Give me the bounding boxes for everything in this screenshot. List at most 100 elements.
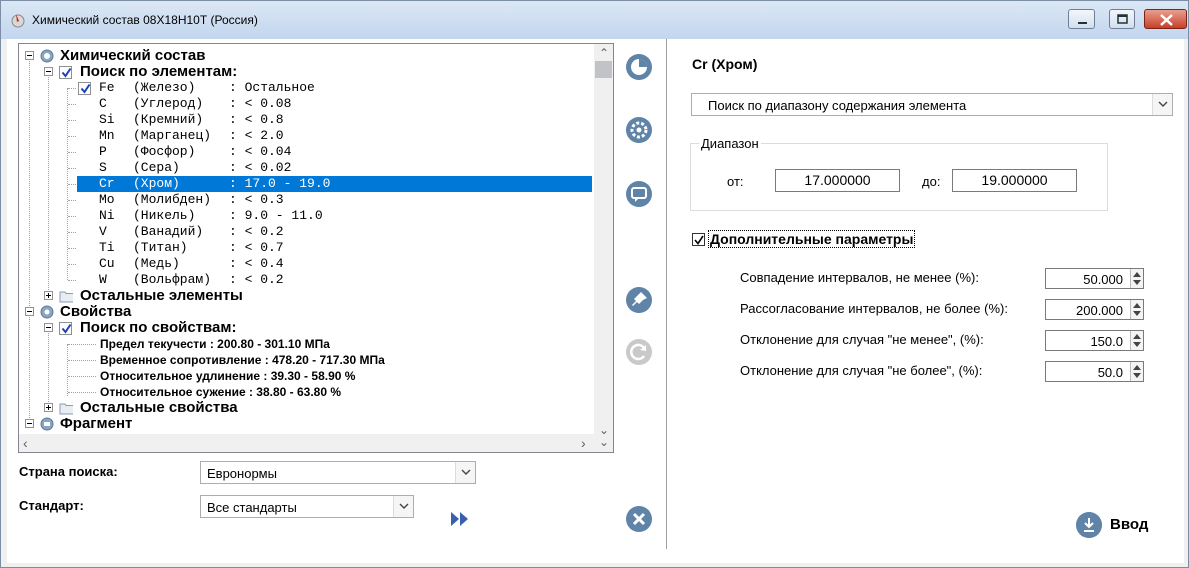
tree-node-other-properties[interactable]: Остальные свойства bbox=[19, 400, 594, 416]
client-area: Химический состав Поиск по элементам: Fe… bbox=[7, 39, 1184, 563]
tree-node-chemical-composition[interactable]: Химический состав bbox=[19, 48, 594, 64]
element-name: (Сера) bbox=[133, 160, 180, 175]
tree-label: Свойства bbox=[60, 303, 132, 320]
tree-node-other-elements[interactable]: Остальные элементы bbox=[19, 288, 594, 304]
scroll-left-icon[interactable]: ‹ bbox=[23, 436, 28, 450]
refresh-icon[interactable] bbox=[624, 337, 654, 367]
collapse-toggle[interactable] bbox=[25, 307, 34, 316]
tree-label: Поиск по элементам: bbox=[80, 63, 238, 80]
minimize-icon bbox=[1078, 22, 1087, 24]
tree-node-element[interactable]: S (Сера): < 0.02 bbox=[19, 160, 594, 176]
spin-up-icon[interactable] bbox=[1133, 334, 1141, 339]
minimize-button[interactable] bbox=[1068, 9, 1095, 29]
element-checkbox[interactable] bbox=[78, 82, 91, 95]
tree-node-element[interactable]: Fe (Железо): Остальное bbox=[19, 80, 594, 96]
tree-line bbox=[68, 360, 96, 361]
tree-line bbox=[68, 232, 76, 233]
spin-down-icon[interactable] bbox=[1133, 311, 1141, 316]
spin-up-icon[interactable] bbox=[1133, 272, 1141, 277]
spin-down-icon[interactable] bbox=[1133, 342, 1141, 347]
spin-down-icon[interactable] bbox=[1133, 373, 1141, 378]
tree-node-element[interactable]: Ti (Титан): < 0.7 bbox=[19, 240, 594, 256]
range-from-input[interactable]: 17.000000 bbox=[775, 169, 900, 192]
tree-horizontal-scrollbar[interactable]: ‹ › bbox=[19, 434, 594, 452]
tree-node-search-by-elements[interactable]: Поиск по элементам: bbox=[19, 64, 594, 80]
composition-tree[interactable]: Химический состав Поиск по элементам: Fe… bbox=[19, 44, 594, 434]
country-label: Страна поиска: bbox=[19, 464, 118, 479]
tree-node-property[interactable]: Временное сопротивление : 478.20 - 717.3… bbox=[19, 352, 594, 368]
dropdown-button[interactable] bbox=[1152, 94, 1172, 115]
chemistry-icon bbox=[40, 49, 54, 63]
range-to-input[interactable]: 19.000000 bbox=[952, 169, 1077, 192]
composition-tree-panel: Химический состав Поиск по элементам: Fe… bbox=[18, 43, 614, 453]
collapse-toggle[interactable] bbox=[44, 67, 53, 76]
tree-node-property[interactable]: Относительное сужение : 38.80 - 63.80 % bbox=[19, 384, 594, 400]
standard-select[interactable]: Все стандарты bbox=[200, 495, 414, 518]
search-properties-checkbox[interactable] bbox=[59, 322, 72, 335]
param-spinbox[interactable]: 200.000 bbox=[1045, 299, 1144, 320]
extra-params-label[interactable]: Дополнительные параметры bbox=[708, 230, 916, 248]
tree-node-property[interactable]: Предел текучести : 200.80 - 301.10 МПа bbox=[19, 336, 594, 352]
tree-node-element[interactable]: Ni (Никель): 9.0 - 11.0 bbox=[19, 208, 594, 224]
spin-down-icon[interactable] bbox=[1133, 280, 1141, 285]
fast-forward-icon[interactable] bbox=[449, 509, 473, 529]
close-window-button[interactable] bbox=[1144, 9, 1187, 29]
element-value: : < 0.7 bbox=[229, 240, 284, 255]
scroll-down-icon[interactable]: ⌄ bbox=[599, 436, 609, 448]
comment-icon[interactable] bbox=[624, 179, 654, 209]
param-spinbox[interactable]: 150.0 bbox=[1045, 330, 1144, 351]
cancel-icon[interactable] bbox=[624, 504, 654, 534]
extra-params-checkbox[interactable] bbox=[692, 233, 705, 246]
tree-node-element[interactable]: Cu (Медь): < 0.4 bbox=[19, 256, 594, 272]
tree-node-property[interactable]: Относительное удлинение : 39.30 - 58.90 … bbox=[19, 368, 594, 384]
tree-line bbox=[68, 392, 96, 393]
param-value: 50.0 bbox=[1097, 365, 1123, 380]
tree-node-element[interactable]: Mo (Молибден): < 0.3 bbox=[19, 192, 594, 208]
element-value: : < 0.2 bbox=[229, 224, 284, 239]
scroll-thumb[interactable] bbox=[595, 61, 612, 78]
pie-chart-icon[interactable] bbox=[624, 52, 654, 82]
spin-buttons[interactable] bbox=[1130, 300, 1143, 319]
chevron-down-icon bbox=[461, 469, 471, 475]
tree-line bbox=[68, 344, 96, 345]
scroll-right-icon[interactable]: › bbox=[581, 436, 586, 450]
tree-node-search-by-properties[interactable]: Поиск по свойствам: bbox=[19, 320, 594, 336]
tree-node-element[interactable]: W (Вольфрам): < 0.2 bbox=[19, 272, 594, 288]
chevron-down-icon bbox=[399, 503, 409, 509]
settings-icon[interactable] bbox=[624, 115, 654, 145]
search-elements-checkbox[interactable] bbox=[59, 66, 72, 79]
tree-node-fragment[interactable]: Фрагмент bbox=[19, 416, 594, 432]
tree-node-element[interactable]: Si (Кремний): < 0.8 bbox=[19, 112, 594, 128]
tree-node-element[interactable]: V (Ванадий): < 0.2 bbox=[19, 224, 594, 240]
search-mode-select[interactable]: Поиск по диапазону содержания элемента bbox=[691, 93, 1173, 116]
maximize-button[interactable] bbox=[1109, 9, 1135, 29]
element-value: : < 0.3 bbox=[229, 192, 284, 207]
pin-icon[interactable] bbox=[624, 285, 654, 315]
spin-up-icon[interactable] bbox=[1133, 303, 1141, 308]
folder-icon bbox=[59, 291, 73, 303]
collapse-toggle[interactable] bbox=[25, 51, 34, 60]
tree-line bbox=[68, 216, 76, 217]
tree-node-element[interactable]: P (Фосфор): < 0.04 bbox=[19, 144, 594, 160]
from-label: от: bbox=[727, 174, 744, 189]
dropdown-button[interactable] bbox=[455, 462, 475, 483]
tree-node-element[interactable]: Mn (Марганец): < 2.0 bbox=[19, 128, 594, 144]
param-spinbox[interactable]: 50.0 bbox=[1045, 361, 1144, 382]
spin-up-icon[interactable] bbox=[1133, 365, 1141, 370]
collapse-toggle[interactable] bbox=[44, 323, 53, 332]
dropdown-button[interactable] bbox=[393, 496, 413, 517]
tree-node-properties[interactable]: Свойства bbox=[19, 304, 594, 320]
collapse-toggle[interactable] bbox=[25, 419, 34, 428]
scroll-up-icon[interactable]: ⌃ bbox=[599, 47, 609, 59]
tree-node-element[interactable]: Cr (Хром): 17.0 - 19.0 bbox=[19, 176, 594, 192]
tree-vertical-scrollbar[interactable]: ⌃ ⌄ bbox=[594, 44, 613, 436]
expand-toggle[interactable] bbox=[44, 291, 53, 300]
enter-button[interactable]: Ввод bbox=[1076, 511, 1156, 539]
tree-node-element[interactable]: C (Углерод): < 0.08 bbox=[19, 96, 594, 112]
param-spinbox[interactable]: 50.000 bbox=[1045, 268, 1144, 289]
spin-buttons[interactable] bbox=[1130, 331, 1143, 350]
country-select[interactable]: Евронормы bbox=[200, 461, 476, 484]
spin-buttons[interactable] bbox=[1130, 269, 1143, 288]
spin-buttons[interactable] bbox=[1130, 362, 1143, 381]
expand-toggle[interactable] bbox=[44, 403, 53, 412]
